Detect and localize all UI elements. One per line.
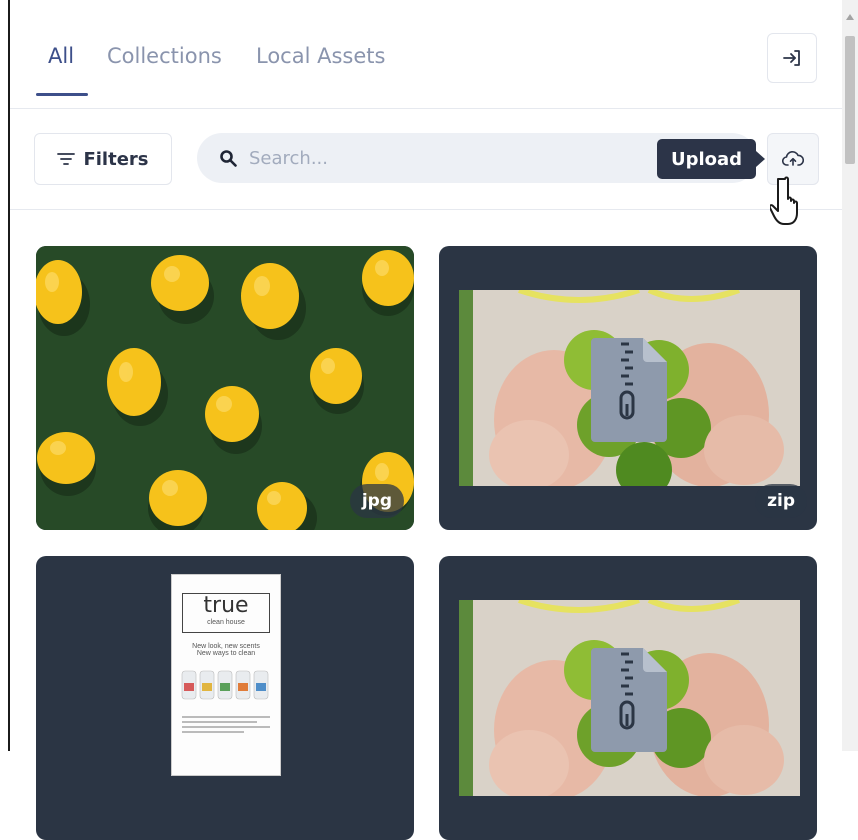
file-type-badge: jpg bbox=[349, 484, 404, 518]
tab-collections[interactable]: Collections bbox=[107, 44, 222, 68]
filters-label: Filters bbox=[83, 148, 149, 170]
upload-tooltip: Upload bbox=[657, 139, 766, 179]
doc-body-lines bbox=[182, 716, 270, 733]
flyer-thumbnail: true clean house New look, new scents Ne… bbox=[171, 574, 281, 776]
search-input[interactable] bbox=[247, 146, 631, 170]
tab-all[interactable]: All bbox=[48, 44, 74, 68]
active-tab-indicator bbox=[36, 93, 88, 96]
scroll-thumb[interactable] bbox=[845, 36, 855, 164]
filter-lines-icon bbox=[57, 153, 76, 165]
asset-tabs: All Collections Local Assets bbox=[10, 0, 842, 109]
asset-toolbar: Filters Upload bbox=[10, 109, 842, 210]
cloud-upload-icon bbox=[782, 151, 804, 166]
tab-local-assets[interactable]: Local Assets bbox=[256, 44, 385, 68]
doc-subtitle: clean house bbox=[207, 619, 245, 626]
sign-in-button[interactable] bbox=[767, 33, 817, 83]
vertical-scrollbar[interactable] bbox=[842, 0, 858, 751]
file-type-badge: zip bbox=[755, 484, 807, 518]
asset-card[interactable]: true clean house New look, new scents Ne… bbox=[36, 556, 414, 840]
doc-line-1: New look, new scents bbox=[192, 643, 260, 650]
sign-in-arrow-icon bbox=[783, 50, 800, 66]
zip-file-icon bbox=[591, 338, 667, 442]
asset-card[interactable]: jpg bbox=[36, 246, 414, 530]
filters-button[interactable]: Filters bbox=[34, 133, 172, 185]
asset-card[interactable] bbox=[439, 556, 817, 840]
scroll-up-arrow-icon[interactable] bbox=[846, 14, 854, 20]
doc-line-2: New ways to clean bbox=[196, 650, 256, 657]
doc-logo-box: true clean house bbox=[182, 593, 270, 633]
asset-card[interactable]: zip bbox=[439, 246, 817, 530]
hand-pointer-cursor bbox=[770, 176, 798, 225]
product-bottles-image bbox=[181, 670, 269, 700]
magnifier-icon bbox=[219, 149, 237, 167]
doc-title: true bbox=[203, 593, 249, 618]
zip-file-icon bbox=[591, 648, 667, 752]
